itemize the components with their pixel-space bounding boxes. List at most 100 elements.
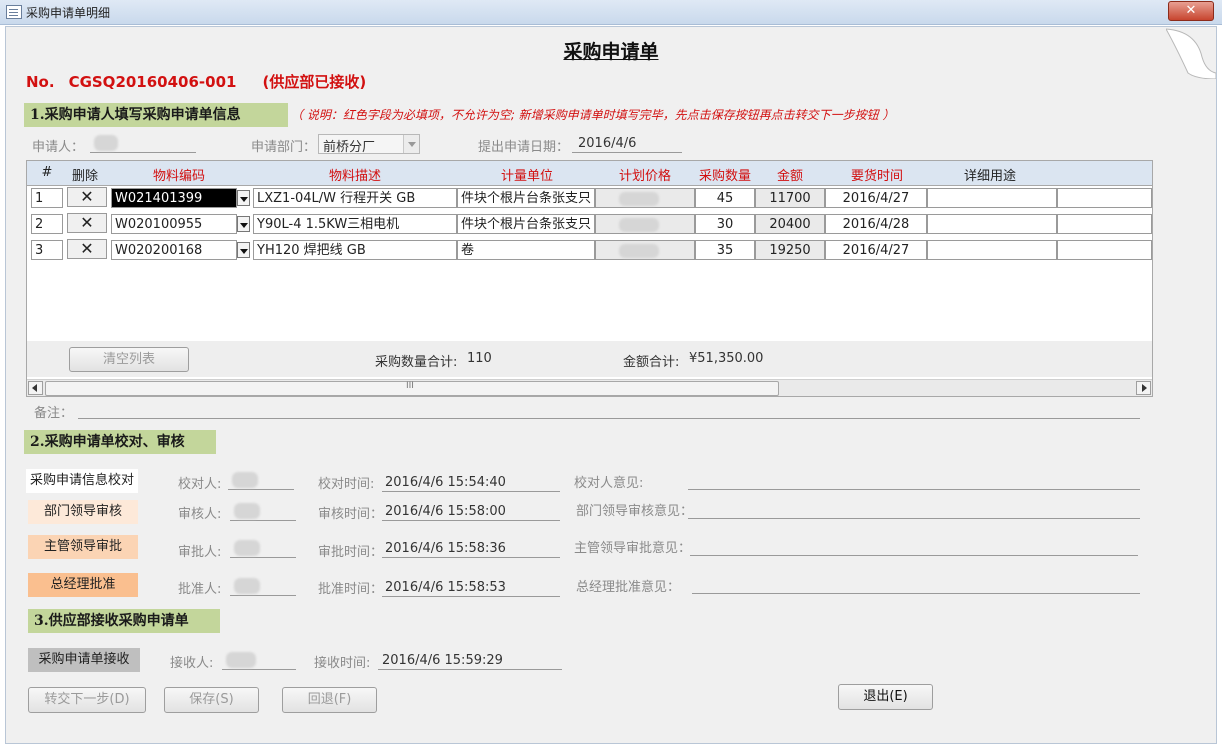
forward-button[interactable]: 转交下一步(D) bbox=[28, 687, 146, 713]
delete-row-button[interactable]: ✕ bbox=[67, 239, 107, 259]
material-code-input[interactable]: W021401399 bbox=[111, 188, 237, 208]
row-number[interactable]: 3 bbox=[31, 240, 63, 260]
qty-total-label: 采购数量合计: bbox=[375, 355, 458, 370]
col-header-price: 计划价格 bbox=[618, 169, 671, 184]
scroll-grip: III bbox=[406, 381, 414, 391]
review-time-value: 2016/4/6 15:58:00 bbox=[385, 504, 506, 519]
material-code-input[interactable]: W020100955 bbox=[111, 214, 237, 234]
approve-opinion-label: 主管领导审批意见： bbox=[574, 541, 692, 556]
gm-label: 批准人: bbox=[178, 582, 222, 597]
grid-footer: 清空列表 采购数量合计: 110 金额合计: ¥51,350.00 bbox=[27, 341, 1152, 377]
unit-field[interactable]: 件块个根片台条张支只 bbox=[457, 188, 595, 208]
approve-time-label: 审批时间： bbox=[318, 545, 384, 560]
review-opinion-label: 部门领导审核意见： bbox=[576, 504, 694, 519]
price-blur bbox=[619, 192, 659, 206]
number-prefix: No. bbox=[26, 73, 55, 91]
gm-opinion-field[interactable] bbox=[692, 575, 1140, 594]
window-titlebar: 采购申请单明细 ✕ bbox=[0, 0, 1222, 25]
form-frame: 采购申请单 No. CGSQ20160406-001 (供应部已接收) 1.采购申请… bbox=[5, 26, 1217, 744]
col-header-qty: 采购数量 bbox=[698, 169, 751, 184]
amount-field: 20400 bbox=[755, 214, 825, 234]
review-opinion-field[interactable] bbox=[688, 500, 1140, 519]
approve-time-value: 2016/4/6 15:58:36 bbox=[385, 541, 506, 556]
applicant-label: 申请人： bbox=[32, 140, 85, 155]
page-title: 采购申请单 bbox=[563, 41, 659, 63]
col-header-date: 要货时间 bbox=[850, 169, 903, 184]
extra-field[interactable] bbox=[1057, 214, 1152, 234]
unit-field[interactable]: 卷 bbox=[457, 240, 595, 260]
step-receive: 采购申请单接收 bbox=[28, 648, 140, 672]
delivery-date-field[interactable]: 2016/4/27 bbox=[825, 188, 927, 208]
delivery-date-field[interactable]: 2016/4/27 bbox=[825, 240, 927, 260]
dept-select[interactable]: 前桥分厂 bbox=[318, 134, 420, 155]
scroll-left-icon[interactable] bbox=[28, 381, 43, 395]
page-curl-icon bbox=[1166, 27, 1216, 79]
receiver-label: 接收人: bbox=[170, 656, 214, 671]
review-time-label: 审核时间： bbox=[318, 507, 384, 522]
price-blur bbox=[619, 244, 659, 258]
qty-field[interactable]: 35 bbox=[695, 240, 755, 260]
step-gm-approval: 总经理批准 bbox=[28, 573, 138, 597]
number-value: CGSQ20160406-001 bbox=[68, 73, 237, 91]
extra-field[interactable] bbox=[1057, 240, 1152, 260]
chevron-down-icon[interactable] bbox=[237, 190, 250, 206]
section3-label: 3.供应部接收采购申请单 bbox=[28, 609, 220, 633]
material-desc[interactable]: LXZ1-04L/W 行程开关 GB bbox=[253, 188, 457, 208]
material-code-input[interactable]: W020200168 bbox=[111, 240, 237, 260]
delivery-date-field[interactable]: 2016/4/28 bbox=[825, 214, 927, 234]
horizontal-scrollbar[interactable]: III bbox=[27, 379, 1152, 396]
col-header-code: 物料编码 bbox=[152, 169, 205, 184]
usage-field[interactable] bbox=[927, 188, 1057, 208]
approver-redacted bbox=[234, 540, 260, 556]
table-row: 2 ✕ W020100955 Y90L-4 1.5KW三相电机 件块个根片台条张… bbox=[27, 212, 1152, 236]
amount-total-value: ¥51,350.00 bbox=[689, 351, 764, 366]
table-row: 3 ✕ W020200168 YH120 焊把线 GB 卷 35 19250 2… bbox=[27, 238, 1152, 262]
col-header-no: # bbox=[41, 165, 53, 180]
receive-time-value: 2016/4/6 15:59:29 bbox=[382, 653, 503, 668]
usage-field[interactable] bbox=[927, 240, 1057, 260]
chevron-down-icon[interactable] bbox=[237, 216, 250, 232]
clear-list-button[interactable]: 清空列表 bbox=[69, 347, 189, 372]
save-button[interactable]: 保存(S) bbox=[164, 687, 259, 713]
grid-header: # 删除 物料编码 物料描述 计量单位 计划价格 采购数量 金额 要货时间 详细… bbox=[27, 161, 1152, 186]
amount-total-label: 金额合计: bbox=[623, 355, 680, 370]
scroll-thumb[interactable]: III bbox=[45, 381, 779, 396]
date-value: 2016/4/6 bbox=[578, 136, 637, 151]
gm-time-value: 2016/4/6 15:58:53 bbox=[385, 580, 506, 595]
row-number[interactable]: 1 bbox=[31, 188, 63, 208]
row-number[interactable]: 2 bbox=[31, 214, 63, 234]
dept-value: 前桥分厂 bbox=[323, 140, 376, 155]
unit-field[interactable]: 件块个根片台条张支只 bbox=[457, 214, 595, 234]
delete-row-button[interactable]: ✕ bbox=[67, 213, 107, 233]
exit-button[interactable]: 退出(E) bbox=[838, 684, 933, 710]
dept-label: 申请部门： bbox=[251, 140, 317, 155]
verifier-redacted bbox=[232, 472, 258, 488]
qty-field[interactable]: 30 bbox=[695, 214, 755, 234]
delete-row-button[interactable]: ✕ bbox=[67, 187, 107, 207]
material-desc[interactable]: Y90L-4 1.5KW三相电机 bbox=[253, 214, 457, 234]
usage-field[interactable] bbox=[927, 214, 1057, 234]
verify-time-value: 2016/4/6 15:54:40 bbox=[385, 475, 506, 490]
material-desc[interactable]: YH120 焊把线 GB bbox=[253, 240, 457, 260]
approve-opinion-field[interactable] bbox=[690, 537, 1138, 556]
back-button[interactable]: 回退(F) bbox=[282, 687, 377, 713]
scroll-right-icon[interactable] bbox=[1136, 381, 1151, 395]
reviewer-label: 审核人: bbox=[178, 507, 222, 522]
chevron-down-icon[interactable] bbox=[237, 242, 250, 258]
remark-label: 备注： bbox=[34, 406, 74, 421]
form-icon bbox=[6, 5, 22, 19]
qty-field[interactable]: 45 bbox=[695, 188, 755, 208]
gm-opinion-label: 总经理批准意见： bbox=[576, 580, 681, 595]
extra-field[interactable] bbox=[1057, 188, 1152, 208]
remark-field[interactable] bbox=[78, 400, 1140, 419]
verify-opinion-field[interactable] bbox=[688, 471, 1140, 490]
close-button[interactable]: ✕ bbox=[1168, 1, 1214, 21]
chevron-down-icon[interactable] bbox=[403, 135, 419, 153]
amount-field: 11700 bbox=[755, 188, 825, 208]
section1-note: （ 说明：红色字段为必填项，不允许为空; 新增采购申请单时填写完毕，先点击保存按… bbox=[291, 108, 895, 122]
approver-label: 审批人: bbox=[178, 545, 222, 560]
verify-time-label: 校对时间: bbox=[318, 477, 375, 492]
col-header-delete: 删除 bbox=[71, 169, 98, 184]
qty-total-value: 110 bbox=[467, 351, 492, 366]
document-number: No. CGSQ20160406-001 (供应部已接收) bbox=[26, 71, 380, 92]
